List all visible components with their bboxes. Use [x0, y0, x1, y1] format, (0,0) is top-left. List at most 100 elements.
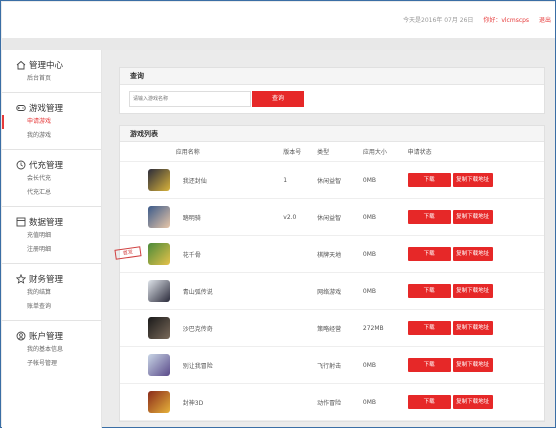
sidebar-group-finance-management: 财务管理 我的结算 账单查询: [2, 264, 101, 321]
copy-download-url-button[interactable]: 复制下载地址: [452, 247, 493, 261]
game-name: 别让我冒险: [182, 362, 213, 370]
game-name: 我还封仙: [182, 177, 207, 185]
game-icon[interactable]: [147, 280, 170, 302]
sidebar-group-label: 管理中心: [29, 61, 64, 71]
sidebar-group-label: 财务管理: [29, 275, 64, 285]
game-icon[interactable]: [147, 243, 170, 265]
game-size: 0MB: [362, 176, 377, 184]
sidebar-group-label: 代充管理: [29, 161, 64, 171]
data-icon: [16, 217, 26, 227]
game-actions: 下载 复制下载地址: [407, 395, 544, 409]
download-button[interactable]: 下载: [407, 321, 451, 335]
table-row: 青山弧传说 网络游戏 0MB 下载 复制下载地址: [120, 273, 544, 310]
game-icon[interactable]: [147, 206, 170, 228]
game-type: 飞行射击: [317, 362, 342, 370]
game-name: 沙巴克传奇: [182, 325, 213, 333]
home-icon: [16, 60, 26, 70]
header-strip: [2, 38, 555, 50]
table-row: 别让我冒险 飞行射击 0MB 下载 复制下载地址: [120, 347, 544, 384]
sidebar-group-management-center: 管理中心 后台首页: [2, 50, 101, 93]
sidebar-item-sub-account[interactable]: 子帐号管理: [2, 357, 101, 371]
download-button[interactable]: 下载: [407, 395, 451, 409]
main-content: 查询 查询 游戏列表 应用名称 版本号 类型 应用大小 申请状态 我还封仙 1 休闲…: [114, 67, 545, 422]
sidebar-group-account-management: 账户管理 我的基本信息 子帐号管理: [2, 321, 101, 377]
sidebar-item-guild-recharge[interactable]: 会长代充: [2, 172, 101, 186]
download-button[interactable]: 下载: [407, 247, 451, 261]
game-actions: 下载 复制下载地址: [407, 284, 544, 298]
game-actions: 下载 复制下载地址: [407, 358, 544, 372]
game-icon[interactable]: [147, 354, 170, 376]
game-size: 0MB: [362, 361, 377, 369]
game-icon[interactable]: [147, 317, 170, 339]
column-header-name: 应用名称: [175, 149, 200, 156]
game-icon[interactable]: [147, 169, 170, 191]
game-version: v2.0: [283, 213, 297, 221]
game-list-title: 游戏列表: [120, 126, 544, 142]
greeting-link[interactable]: 你好：vlcmscps: [483, 17, 529, 24]
game-icon[interactable]: [147, 391, 170, 413]
sidebar-item-recharge-summary[interactable]: 代充汇总: [2, 186, 101, 200]
download-button[interactable]: 下载: [407, 284, 451, 298]
download-button[interactable]: 下载: [407, 210, 451, 224]
copy-download-url-button[interactable]: 复制下载地址: [452, 210, 493, 224]
game-name: 青山弧传说: [182, 288, 213, 296]
game-actions: 下载 复制下载地址: [407, 210, 544, 224]
copy-download-url-button[interactable]: 复制下载地址: [452, 321, 493, 335]
sidebar: 管理中心 后台首页 游戏管理 申请游戏 我的游戏 代充管理 会长代充 代充汇总 …: [2, 50, 102, 428]
user-icon: [16, 331, 26, 341]
sidebar-item-bill-query[interactable]: 账单查询: [2, 300, 101, 314]
query-button[interactable]: 查询: [252, 91, 304, 107]
game-type: 网络游戏: [317, 288, 342, 296]
download-button[interactable]: 下载: [407, 358, 451, 372]
sidebar-item-register-detail[interactable]: 注册明细: [2, 243, 101, 257]
sidebar-group-label: 数据管理: [29, 218, 64, 228]
game-name: 封神3D: [182, 399, 204, 407]
sidebar-group-label: 游戏管理: [29, 104, 64, 114]
sidebar-group-title[interactable]: 管理中心: [2, 58, 101, 72]
copy-download-url-button[interactable]: 复制下载地址: [452, 395, 493, 409]
recharge-icon: [16, 160, 26, 170]
game-search-input[interactable]: [129, 91, 251, 107]
game-actions: 下载 复制下载地址: [407, 321, 544, 335]
game-version: 1: [283, 176, 288, 184]
column-header-version: 版本号: [283, 149, 302, 156]
column-header-size: 应用大小: [362, 149, 387, 156]
sidebar-group-data-management: 数据管理 充值明细 注册明细: [2, 207, 101, 264]
game-size: 0MB: [362, 213, 377, 221]
sidebar-group-title[interactable]: 财务管理: [2, 272, 101, 286]
game-size: 272MB: [362, 324, 384, 332]
table-row: 封神3D 动作冒险 0MB 下载 复制下载地址: [120, 384, 544, 421]
sidebar-group-game-management: 游戏管理 申请游戏 我的游戏: [2, 93, 101, 150]
query-panel: 查询 查询: [119, 67, 545, 114]
column-header-type: 类型: [317, 149, 330, 156]
sidebar-item-apply-game[interactable]: 申请游戏: [2, 115, 101, 129]
sidebar-item-dashboard[interactable]: 后台首页: [2, 72, 101, 86]
sidebar-group-label: 账户管理: [29, 332, 64, 342]
table-header: 应用名称 版本号 类型 应用大小 申请状态: [120, 142, 544, 162]
download-button[interactable]: 下载: [407, 173, 451, 187]
query-panel-title: 查询: [120, 68, 544, 85]
sidebar-item-my-games[interactable]: 我的游戏: [2, 129, 101, 143]
game-size: 0MB: [362, 250, 377, 258]
sidebar-item-basic-info[interactable]: 我的基本信息: [2, 343, 101, 357]
sidebar-group-title[interactable]: 游戏管理: [2, 101, 101, 115]
table-body: 我还封仙 1 休闲益智 0MB 下载 复制下载地址 踏明骑 v2.0 休闲益智 0MB 下载 复制下载…: [114, 162, 544, 421]
game-type: 休闲益智: [317, 177, 342, 185]
copy-download-url-button[interactable]: 复制下载地址: [452, 173, 493, 187]
game-size: 0MB: [362, 398, 377, 406]
copy-download-url-button[interactable]: 复制下载地址: [452, 284, 493, 298]
sidebar-group-title[interactable]: 代充管理: [2, 158, 101, 172]
sidebar-item-recharge-detail[interactable]: 充值明细: [2, 229, 101, 243]
top-bar-info: 今天是2016年 07月 26日 你好：vlcmscps 退出: [403, 15, 551, 24]
game-type: 休闲益智: [317, 214, 342, 222]
logout-link[interactable]: 退出: [539, 17, 551, 24]
game-actions: 下载 复制下载地址: [407, 173, 544, 187]
sidebar-group-title[interactable]: 数据管理: [2, 215, 101, 229]
game-name: 踏明骑: [182, 214, 201, 222]
query-body: 查询: [120, 85, 544, 113]
sidebar-item-my-settlement[interactable]: 我的结算: [2, 286, 101, 300]
game-list-panel: 游戏列表 应用名称 版本号 类型 应用大小 申请状态 我还封仙 1 休闲益智 0MB 下…: [114, 125, 545, 422]
copy-download-url-button[interactable]: 复制下载地址: [452, 358, 493, 372]
game-size: 0MB: [362, 287, 377, 295]
sidebar-group-title[interactable]: 账户管理: [2, 329, 101, 343]
